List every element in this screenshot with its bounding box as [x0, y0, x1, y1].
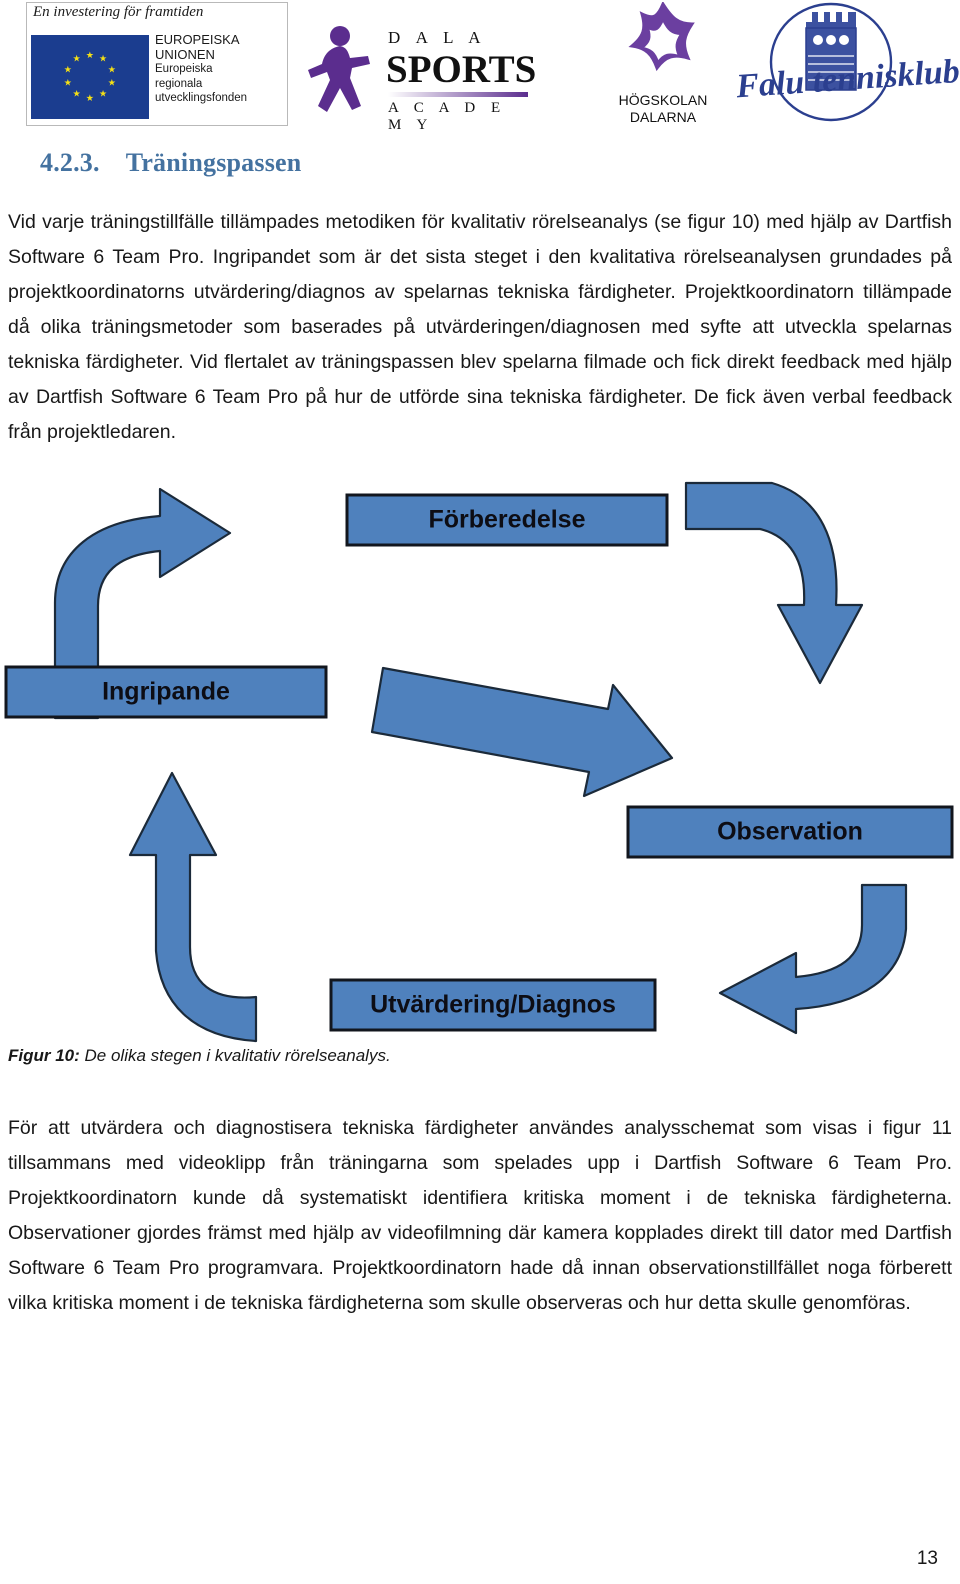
eu-tagline: En investering för framtiden: [33, 4, 204, 20]
eu-logo-text: EUROPEISKA UNIONEN Europeiska regionala …: [155, 32, 285, 106]
dsa-academy-text: A C A D E M Y: [388, 100, 507, 133]
figure-caption: Figur 10: De olika stegen i kvalitativ r…: [8, 1046, 391, 1066]
eu-line-3: Europeiska: [155, 63, 213, 75]
eu-line-5: utvecklingsfonden: [155, 92, 248, 104]
star-icon: [628, 2, 695, 72]
stage-box-ingripande[interactable]: Ingripande: [4, 665, 328, 719]
body-paragraph-2: För att utvärdera och diagnostisera tekn…: [8, 1117, 952, 1314]
stage-label-observation: Observation: [717, 818, 863, 846]
running-person-icon: [308, 26, 370, 112]
eu-stars-icon: [64, 51, 116, 102]
stage-label-forberedelse: Förberedelse: [428, 506, 585, 534]
section-heading: 4.2.3. Träningspassen: [40, 148, 301, 178]
hogskolan-line-2: DALARNA: [629, 109, 697, 125]
eu-line-1: EUROPEISKA: [155, 32, 240, 47]
section-number: 4.2.3.: [40, 148, 100, 177]
section-title: Träningspassen: [125, 148, 302, 177]
arrow-forberedelse-to-observation: [684, 481, 864, 685]
stage-box-utvardering-diagnos[interactable]: Utvärdering/Diagnos: [329, 978, 657, 1032]
logo-band: En investering för framtiden EUROPEISKA …: [0, 0, 960, 133]
eu-flag-icon: [31, 35, 149, 119]
stage-label-utvardering-diagnos: Utvärdering/Diagnos: [370, 991, 616, 1019]
falu-tennisklubb-logo: Falu tennisklubb: [724, 0, 960, 124]
cycle-diagram-svg: Förberedelse Observation Utvärdering/Dia…: [4, 481, 954, 1043]
dsa-dala-text: D A L A: [388, 28, 487, 47]
arrow-observation-to-utvardering: [718, 883, 908, 1035]
page-number: 13: [916, 1548, 938, 1569]
stage-box-forberedelse[interactable]: Förberedelse: [345, 493, 669, 547]
stage-box-observation[interactable]: Observation: [626, 805, 954, 859]
qualitative-movement-analysis-cycle-diagram: Förberedelse Observation Utvärdering/Dia…: [0, 455, 960, 1055]
center-diagonal-arrow: [370, 666, 674, 798]
hogskolan-dalarna-logo: HÖGSKOLAN DALARNA: [600, 2, 726, 130]
eu-line-4: regionala: [155, 77, 203, 90]
dala-sports-academy-logo: D A L A SPORTS A C A D E M Y: [300, 16, 536, 133]
figure-caption-label: Figur 10:: [8, 1046, 80, 1065]
eu-logo: En investering för framtiden EUROPEISKA …: [26, 2, 288, 126]
arrow-utvardering-to-ingripande: [128, 771, 258, 1043]
body-paragraph-1: Vid varje träningstillfälle tillämpades …: [8, 211, 952, 443]
stage-label-ingripande: Ingripande: [102, 678, 230, 706]
hogskolan-line-1: HÖGSKOLAN: [618, 92, 708, 108]
eu-line-2: UNIONEN: [155, 46, 215, 62]
figure-caption-text: De olika stegen i kvalitativ rörelseanal…: [79, 1046, 391, 1065]
dsa-divider: [388, 92, 528, 97]
dsa-sports-text: SPORTS: [386, 48, 537, 91]
